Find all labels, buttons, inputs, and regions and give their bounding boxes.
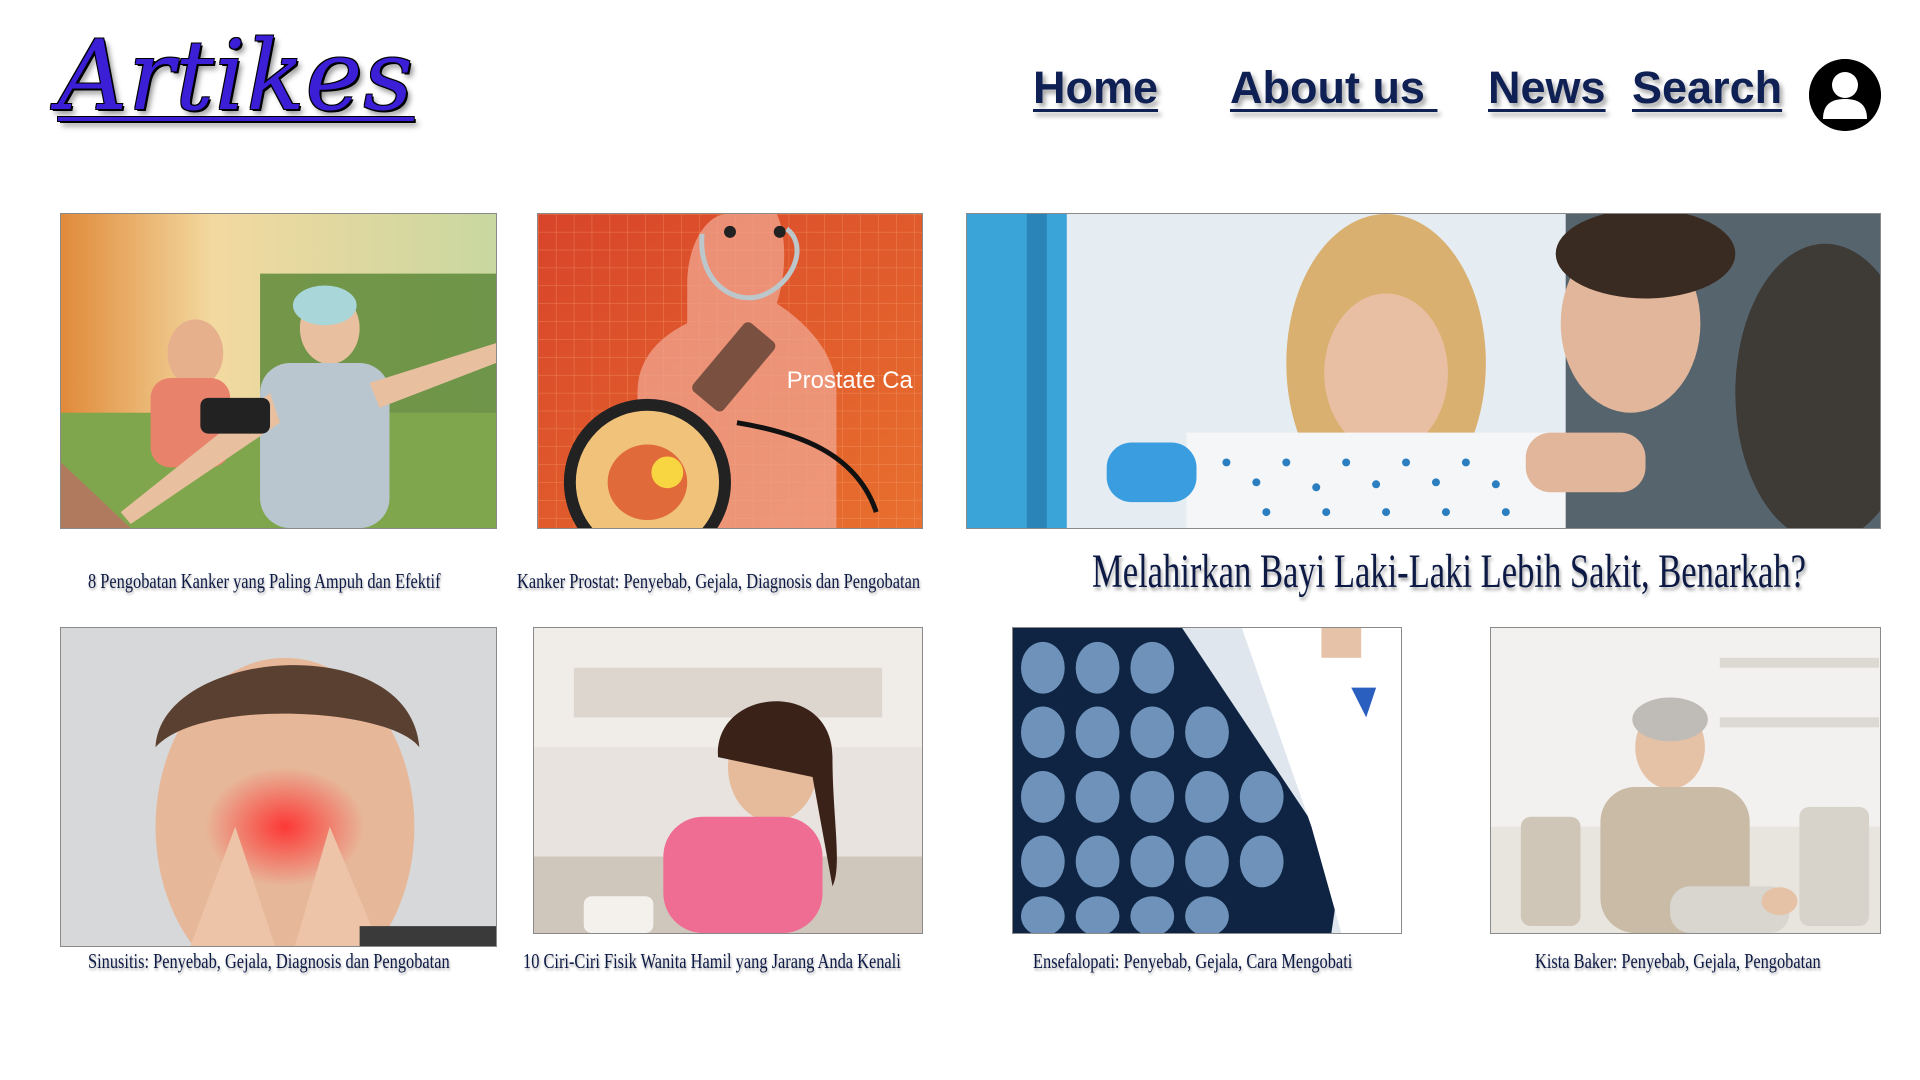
- article-image-encephalopathy[interactable]: [1012, 627, 1402, 934]
- article-image-childbirth[interactable]: [966, 213, 1881, 529]
- article-image-cancer-treatment[interactable]: [60, 213, 497, 529]
- page: Artikes Home About us News Search 8 Peng…: [0, 0, 1920, 1080]
- article-title[interactable]: 10 Ciri-Ciri Fisik Wanita Hamil yang Jar…: [523, 948, 901, 974]
- article-image-pregnancy-signs[interactable]: [533, 627, 923, 934]
- article-title[interactable]: Kista Baker: Penyebab, Gejala, Pengobata…: [1535, 948, 1821, 974]
- article-title[interactable]: Ensefalopati: Penyebab, Gejala, Cara Men…: [1033, 948, 1352, 974]
- image-text: Prostate Ca: [787, 367, 914, 394]
- article-image-prostate-cancer[interactable]: Prostate Ca: [537, 213, 923, 529]
- nav-link-search[interactable]: Search: [1632, 62, 1782, 114]
- article-image-sinusitis[interactable]: [60, 627, 497, 947]
- nav-link-about-us[interactable]: About us: [1230, 62, 1437, 114]
- profile-button[interactable]: [1809, 59, 1881, 131]
- article-title[interactable]: Sinusitis: Penyebab, Gejala, Diagnosis d…: [88, 948, 450, 974]
- article-title[interactable]: Kanker Prostat: Penyebab, Gejala, Diagno…: [517, 568, 920, 594]
- article-image-baker-cyst[interactable]: [1490, 627, 1881, 934]
- article-title[interactable]: 8 Pengobatan Kanker yang Paling Ampuh da…: [88, 568, 441, 594]
- nav-link-news[interactable]: News: [1488, 62, 1606, 114]
- nav-link-home[interactable]: Home: [1033, 62, 1158, 114]
- featured-article-title[interactable]: Melahirkan Bayi Laki-Laki Lebih Sakit, B…: [1092, 544, 1806, 600]
- user-icon: [1809, 59, 1881, 131]
- site-logo[interactable]: Artikes: [58, 26, 414, 126]
